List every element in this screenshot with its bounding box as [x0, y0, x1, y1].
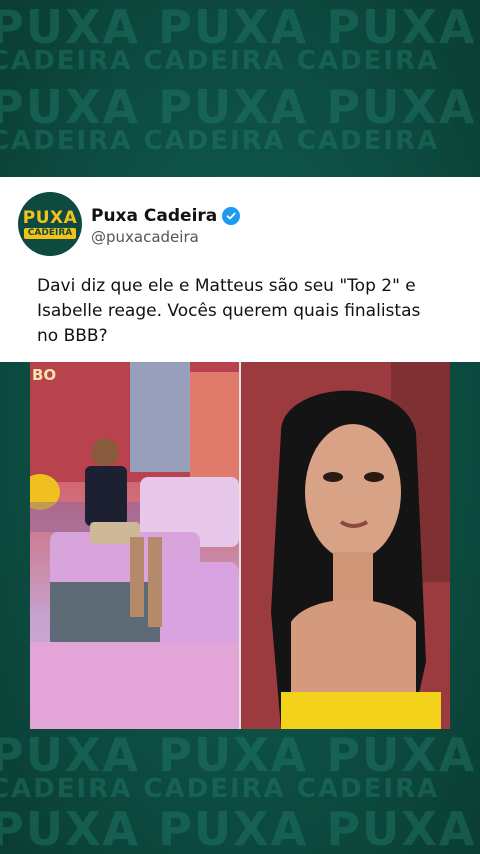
- watermark-row: PUXA PUXA PUXA: [0, 80, 477, 134]
- avatar[interactable]: PUXA CADEIRA: [18, 192, 82, 256]
- tweet-card[interactable]: PUXA CADEIRA Puxa Cadeira @puxacadeira D…: [0, 177, 480, 362]
- watermark-row: CADEIRA CADEIRA CADEIRA: [0, 46, 440, 76]
- avatar-logo-top: PUXA: [22, 208, 78, 228]
- account-name[interactable]: Puxa Cadeira: [91, 206, 217, 226]
- watermark-row: PUXA PUXA PUXA: [0, 728, 477, 782]
- woman-portrait-image: [241, 362, 450, 729]
- tweet-text: Davi diz que ele e Matteus são seu "Top …: [37, 276, 421, 346]
- verified-badge-icon: [222, 207, 241, 225]
- corner-badge: BO: [32, 366, 57, 384]
- watermark-row: PUXA PUXA PUXA: [0, 0, 477, 54]
- watermark-row: CADEIRA CADEIRA CADEIRA: [0, 774, 440, 804]
- post-image[interactable]: BO: [30, 362, 450, 729]
- watermark-row: CADEIRA CADEIRA CADEIRA: [0, 126, 440, 156]
- avatar-logo-bottom: CADEIRA: [23, 228, 77, 239]
- bedroom-scene-image: BO: [30, 362, 239, 729]
- watermark-row: PUXA PUXA PUXA: [0, 802, 477, 854]
- account-handle[interactable]: @puxacadeira: [91, 228, 199, 246]
- account-name-row[interactable]: Puxa Cadeira: [91, 206, 241, 226]
